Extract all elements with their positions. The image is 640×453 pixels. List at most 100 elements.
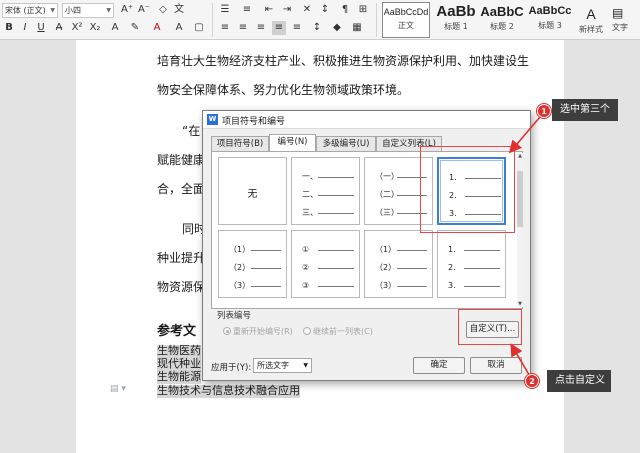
dialog-title-bar[interactable]: W 项目符号和编号 (203, 111, 530, 129)
style-sample: AaBbC (480, 4, 524, 19)
tab-multilevel[interactable]: 多级编号(U) (316, 136, 376, 151)
numbering-marker: （3） (229, 281, 251, 290)
numbering-option-none[interactable]: 无 (218, 157, 287, 225)
continue-list-label: 继续前一列表(C) (313, 327, 373, 336)
scroll-up-icon[interactable]: ▲ (517, 153, 523, 159)
style-heading-3[interactable]: AaBbCc 标题 3 (526, 2, 574, 38)
preview-line (318, 286, 354, 287)
gallery-scrollbar[interactable]: ▲ ▼ (517, 153, 523, 307)
cancel-button[interactable]: 取消 (470, 357, 522, 374)
subscript-icon[interactable]: X₂ (88, 21, 102, 35)
bullets-icon[interactable]: ☰ (218, 3, 232, 17)
numbering-marker: ② (302, 263, 310, 272)
justify-icon[interactable]: ≡ (272, 21, 286, 35)
list-item: 现代种业 (157, 357, 201, 371)
decrease-indent-icon[interactable]: ⇤ (262, 3, 276, 17)
text-effect-icon[interactable]: A (108, 21, 122, 35)
numbering-preview-row: 一、 (302, 172, 354, 182)
numbering-marker: （一） (375, 172, 399, 181)
highlight-icon[interactable]: ✎ (128, 21, 142, 35)
style-sample: AaBbCc (528, 5, 572, 17)
grow-font-icon[interactable]: A⁺ (120, 3, 134, 17)
clear-format-icon[interactable]: ◇ (156, 3, 170, 17)
preview-line (464, 268, 500, 269)
font-name-value: 宋体 (正文) (5, 6, 46, 15)
preview-line (318, 177, 354, 178)
numbering-preview-row: ③ (302, 281, 354, 291)
line-spacing-icon[interactable]: ↕ (310, 21, 324, 35)
numbering-preview-row: 2. (448, 263, 500, 273)
borders-icon[interactable]: ⊞ (356, 3, 370, 17)
apply-to-select[interactable]: 所选文字 ▼ (253, 358, 312, 373)
numbering-marker: 1. (448, 245, 456, 254)
table-border-icon[interactable]: ▦ (350, 21, 364, 35)
show-marks-icon[interactable]: ¶ (338, 3, 352, 17)
style-heading-2[interactable]: AaBbC 标题 2 (478, 2, 526, 38)
text-tool-button[interactable]: ▤ 文字 (612, 2, 640, 38)
numbering-preview-row: （1） (375, 245, 427, 255)
numbering-marker: （1） (375, 245, 397, 254)
numbering-preview-row: 三、 (302, 208, 354, 218)
scroll-thumb[interactable] (517, 171, 523, 227)
numbering-option-paren-number-alt[interactable]: （1） （2） （3） (364, 230, 433, 298)
increase-indent-icon[interactable]: ⇥ (280, 3, 294, 17)
numbering-marker: （2） (375, 263, 397, 272)
numbering-option-chinese[interactable]: 一、 二、 三、 (291, 157, 360, 225)
numbering-preview-row: （2） (229, 263, 281, 273)
font-size-select[interactable]: 小四 ▼ (62, 3, 114, 18)
numbering-preview-row: （3） (375, 281, 427, 291)
numbering-marker: ① (302, 245, 310, 254)
shading-icon[interactable]: ◆ (330, 21, 344, 35)
numbering-preview-row: 二、 (302, 190, 354, 200)
shrink-font-icon[interactable]: A⁻ (137, 3, 151, 17)
style-name: 标题 1 (444, 22, 468, 31)
text-tool-icon: ▤ (612, 6, 624, 20)
numbering-marker: 三、 (302, 208, 318, 217)
underline-icon[interactable]: U (34, 21, 48, 35)
numbering-option-circled[interactable]: ① ② ③ (291, 230, 360, 298)
style-heading-1[interactable]: AaBb 标题 1 (432, 2, 480, 38)
ribbon-toolbar: 宋体 (正文) ▼ 小四 ▼ A⁺ A⁻ ◇ 文 B I U A̶ X² X₂ A … (0, 0, 640, 40)
font-color-icon[interactable]: A (150, 21, 164, 35)
continue-list-radio[interactable]: 继续前一列表(C) (303, 326, 373, 337)
numbering-option-paren-number[interactable]: （1） （2） （3） (218, 230, 287, 298)
ok-button[interactable]: 确定 (413, 357, 465, 374)
tab-numbering[interactable]: 编号(N) (269, 134, 316, 152)
scroll-down-icon[interactable]: ▼ (517, 301, 523, 307)
italic-icon[interactable]: I (18, 21, 32, 35)
font-name-select[interactable]: 宋体 (正文) ▼ (2, 3, 58, 18)
numbering-preview-row: （3） (229, 281, 281, 291)
strikethrough-icon[interactable]: A̶ (52, 21, 66, 35)
numbering-preview-row: 1. (448, 245, 500, 255)
preview-line (397, 250, 427, 251)
new-style-button[interactable]: A 新样式 (574, 2, 608, 38)
superscript-icon[interactable]: X² (70, 21, 84, 35)
align-right-icon[interactable]: ≡ (254, 21, 268, 35)
align-left-icon[interactable]: ≡ (218, 21, 232, 35)
style-sample: AaBb (436, 3, 476, 20)
numbering-icon[interactable]: ≡ (240, 3, 254, 17)
body-line: 物资源保 (157, 280, 206, 294)
style-name: 标题 3 (538, 21, 562, 30)
char-shading-icon[interactable]: A (172, 21, 186, 35)
tab-bullets[interactable]: 项目符号(B) (211, 136, 269, 151)
restart-numbering-radio[interactable]: 重新开始编号(R) (223, 326, 293, 337)
chinese-layout-icon[interactable]: ✕ (300, 3, 314, 17)
numbering-option-arabic-dot-alt[interactable]: 1. 2. 3. (437, 230, 506, 298)
style-normal[interactable]: AaBbCcDd 正文 (382, 2, 430, 38)
style-sample: AaBbCcDd (383, 7, 429, 17)
apply-to-value: 所选文字 (257, 361, 289, 370)
sort-icon[interactable]: ↕ (318, 3, 332, 17)
char-border-icon[interactable]: ▢ (192, 21, 206, 35)
step-badge-1: 1 (537, 104, 551, 118)
paragraph-handle-icon[interactable]: ▤ ▾ (110, 384, 126, 394)
distribute-icon[interactable]: ≡ (290, 21, 304, 35)
phonetic-icon[interactable]: 文 (172, 3, 186, 17)
preview-line (318, 213, 354, 214)
align-center-icon[interactable]: ≡ (236, 21, 250, 35)
text-tool-label: 文字 (612, 23, 628, 32)
bold-icon[interactable]: B (2, 21, 16, 35)
radio-dot (223, 327, 231, 335)
wps-app-icon: W (207, 114, 218, 125)
body-line: 种业提升 (157, 251, 206, 265)
